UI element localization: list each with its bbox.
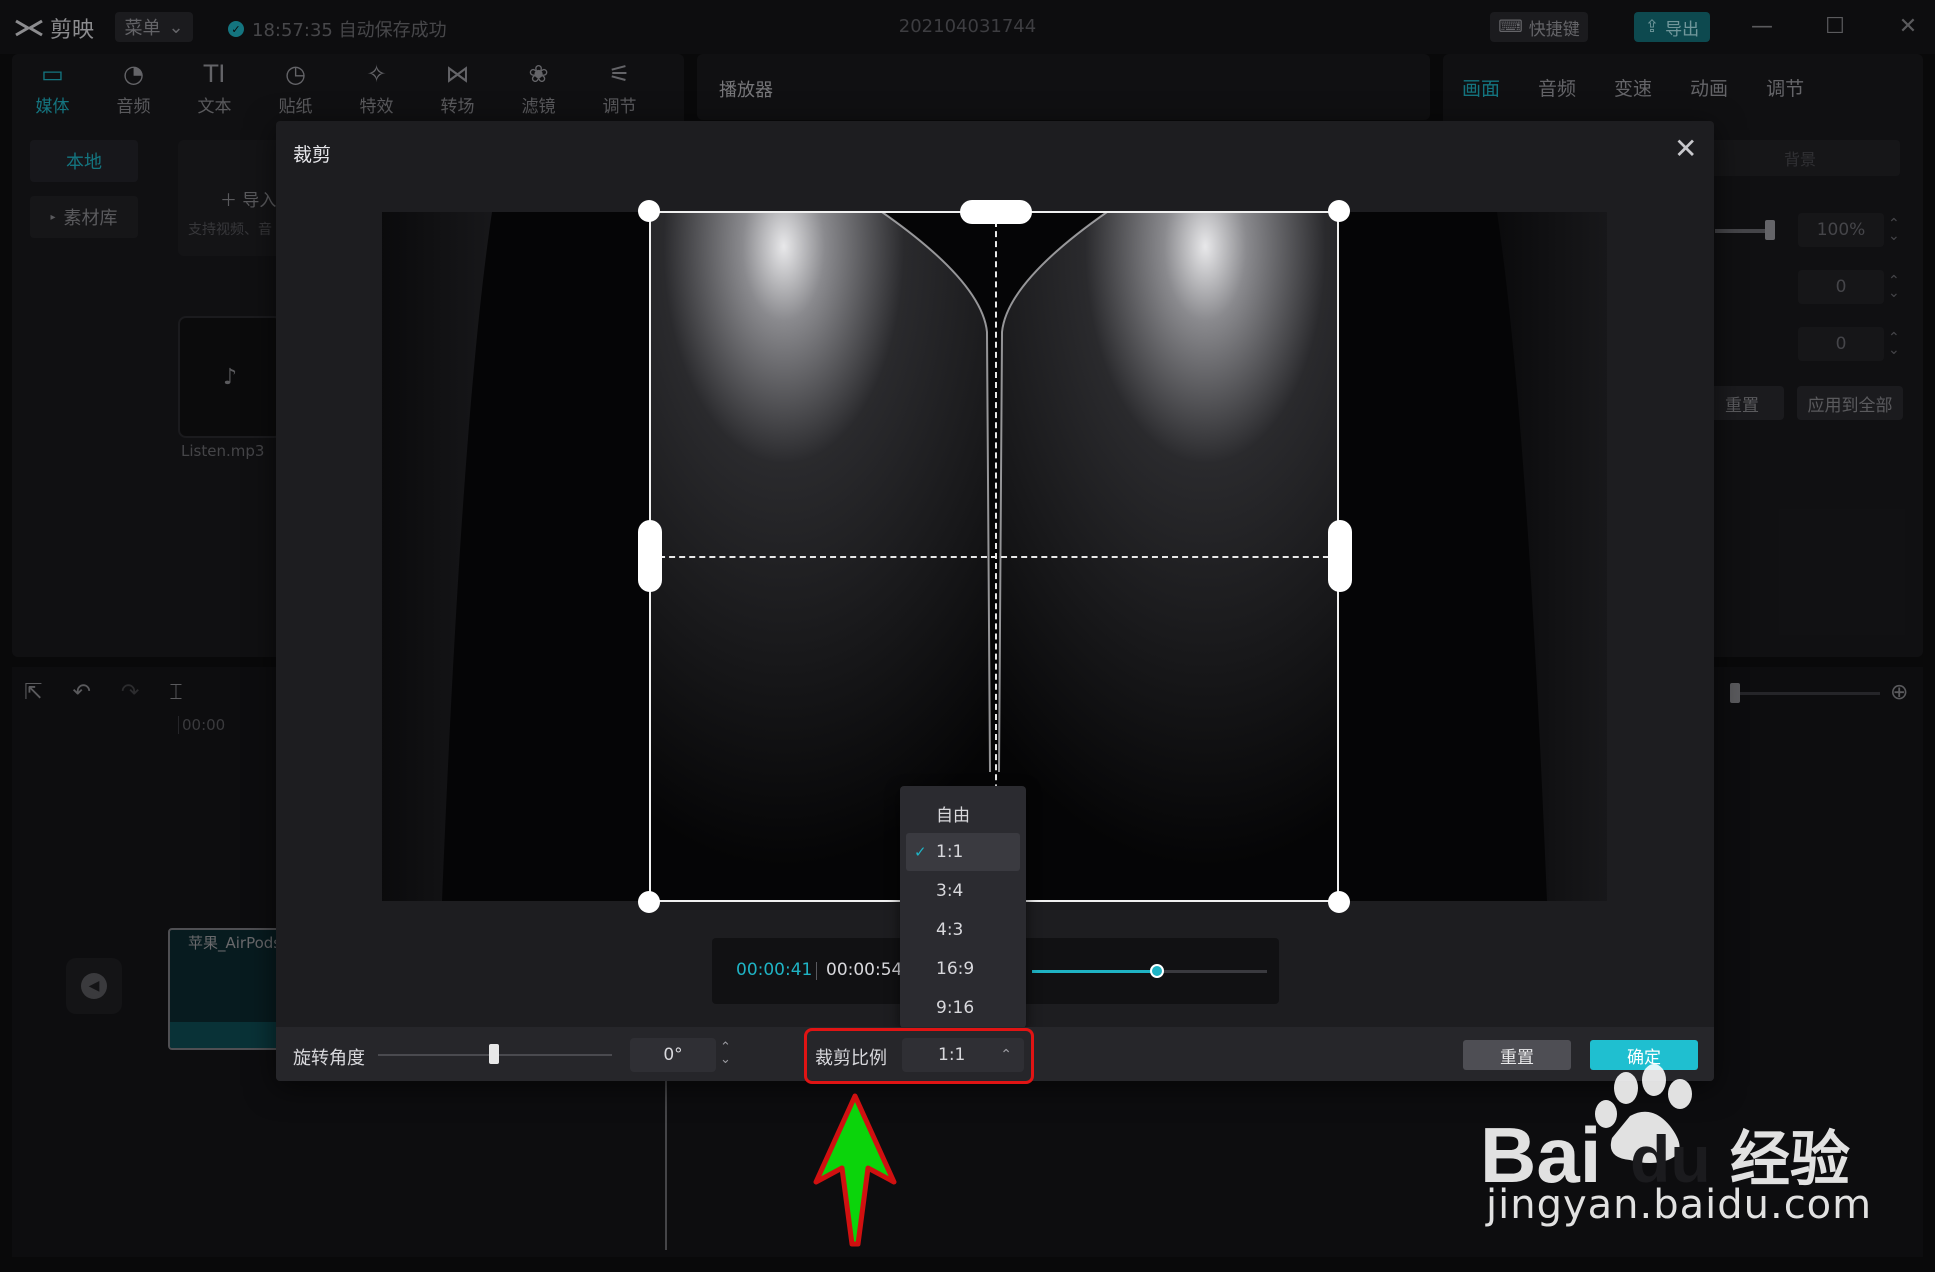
playback-knob[interactable] — [1150, 964, 1164, 978]
crop-handle-top-right[interactable] — [1328, 200, 1350, 222]
check-icon: ✓ — [914, 843, 927, 861]
crop-handle-bottom-left[interactable] — [638, 891, 660, 913]
rotation-input[interactable]: 0° — [630, 1038, 716, 1072]
playback-progress — [1032, 970, 1158, 973]
ratio-option-9-16[interactable]: 9:16 — [906, 989, 1020, 1027]
crop-handle-right[interactable] — [1328, 520, 1352, 592]
crop-handle-top[interactable] — [960, 200, 1032, 224]
ratio-option-label: 4:3 — [936, 920, 964, 940]
crop-handle-bottom-right[interactable] — [1328, 891, 1350, 913]
ratio-option-label: 16:9 — [936, 959, 975, 979]
crop-handle-left[interactable] — [638, 520, 662, 592]
ratio-option-label: 3:4 — [936, 881, 964, 901]
ratio-option-free[interactable]: 自由 — [906, 794, 1020, 832]
ratio-option-16-9[interactable]: 16:9 — [906, 950, 1020, 988]
time-separator — [816, 962, 817, 980]
ratio-dropdown-menu: 自由 ✓ 1:1 3:4 4:3 16:9 9:16 — [900, 786, 1026, 1028]
ratio-option-3-4[interactable]: 3:4 — [906, 872, 1020, 910]
annotation-highlight-box — [804, 1028, 1034, 1084]
crop-center-guide-horizontal — [649, 556, 1339, 558]
ratio-option-label: 自由 — [936, 805, 970, 826]
ratio-option-1-1[interactable]: ✓ 1:1 — [906, 833, 1020, 871]
ratio-option-4-3[interactable]: 4:3 — [906, 911, 1020, 949]
dialog-title: 裁剪 — [293, 144, 332, 166]
total-time: 00:00:54 — [826, 960, 903, 980]
watermark-url: jingyan.baidu.com — [1486, 1182, 1873, 1228]
dialog-close-icon[interactable]: ✕ — [1674, 132, 1697, 165]
current-time: 00:00:41 — [736, 960, 813, 980]
crop-handle-top-left[interactable] — [638, 200, 660, 222]
ratio-option-label: 9:16 — [936, 998, 975, 1018]
annotation-arrow-icon — [813, 1093, 897, 1247]
ratio-option-label: 1:1 — [936, 842, 964, 862]
rotation-slider-handle[interactable] — [489, 1044, 499, 1064]
rotation-stepper-icon[interactable]: ⌃ ⌄ — [720, 1041, 731, 1066]
rotation-label: 旋转角度 — [293, 1048, 365, 1069]
